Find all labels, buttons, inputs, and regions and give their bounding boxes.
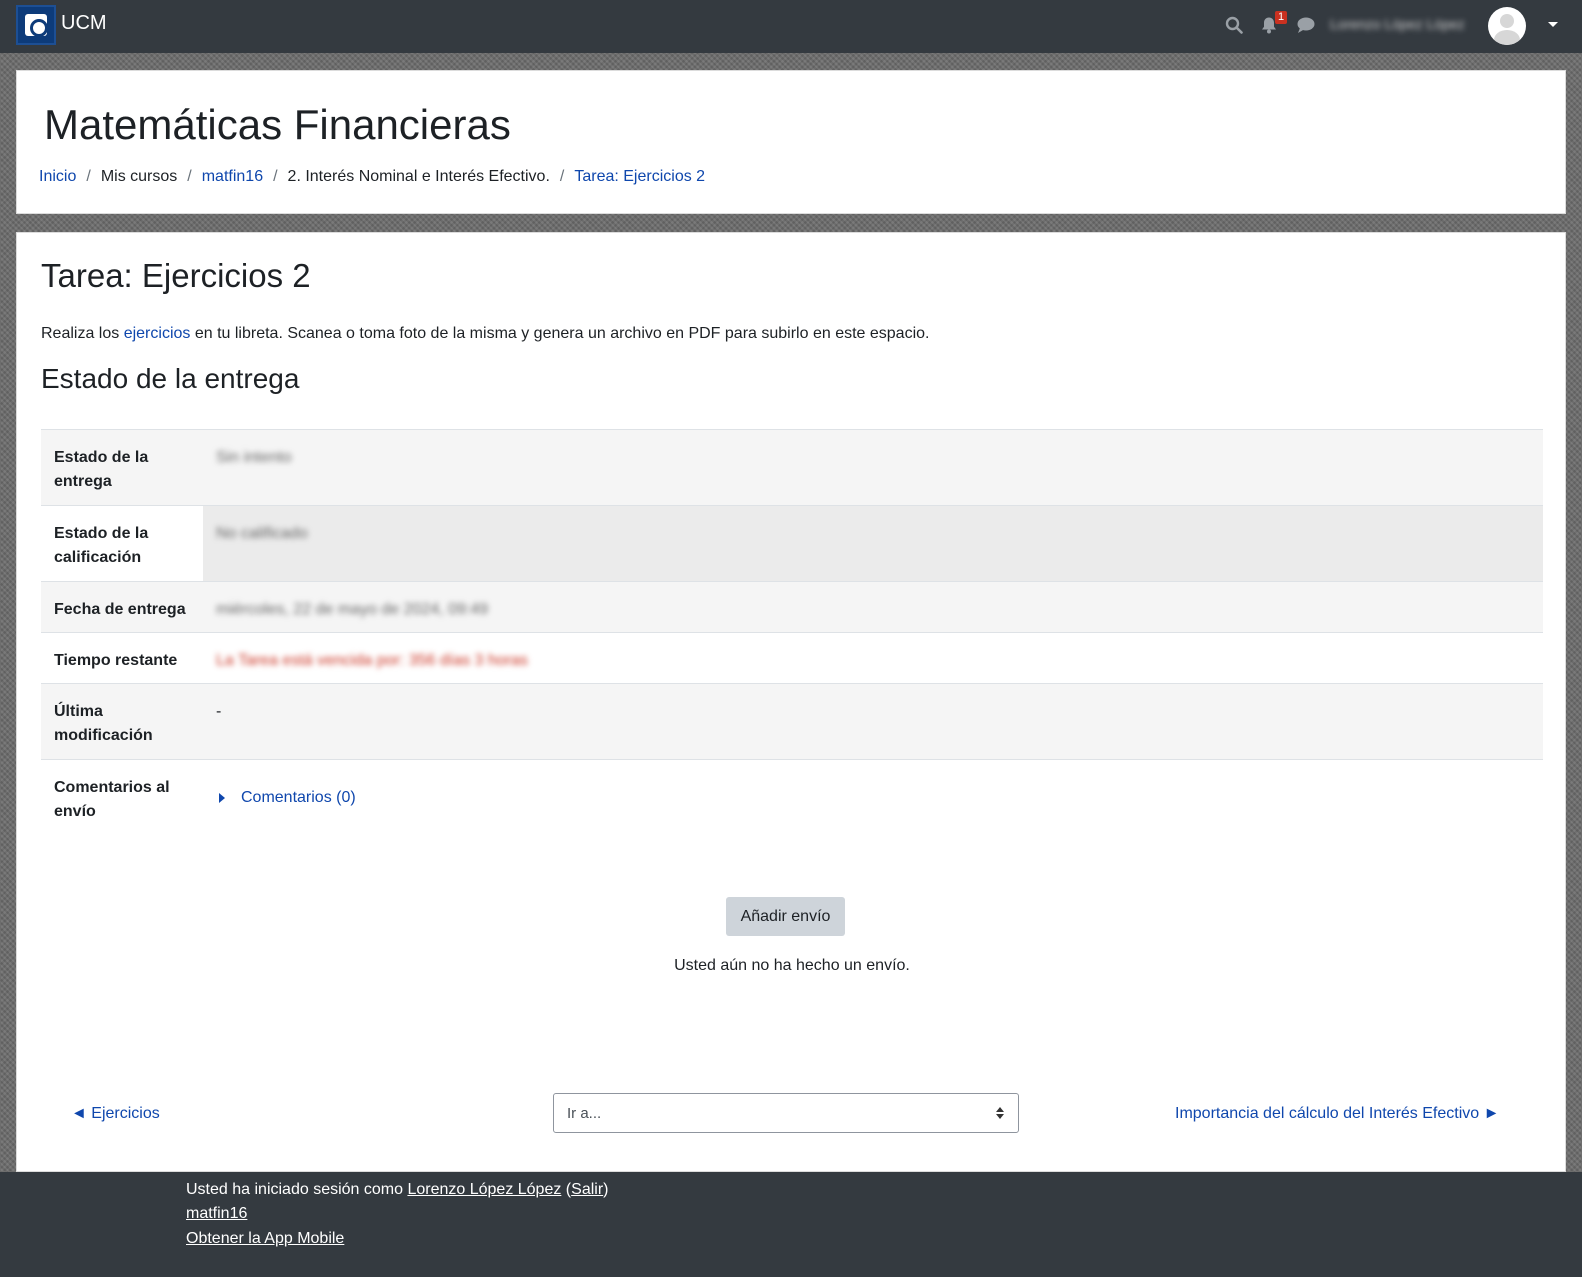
last-modified-value: - <box>216 703 222 720</box>
breadcrumb-separator: / <box>187 168 192 185</box>
breadcrumb-my-courses: Mis cursos <box>100 168 178 185</box>
grading-status-value: No calificado <box>203 505 1543 582</box>
top-navbar: UCM 1 Lorenzo López López <box>0 0 1582 53</box>
table-row: Última modificación - <box>41 683 1543 760</box>
comments-toggle-link[interactable]: Comentarios (0) <box>219 786 1531 810</box>
select-arrows-icon <box>996 1107 1004 1119</box>
main-content: Tarea: Ejercicios 2 Realiza los ejercici… <box>16 232 1566 1172</box>
row-label: Fecha de entrega <box>54 601 186 618</box>
breadcrumb-section: 2. Interés Nominal e Interés Efectivo. <box>287 168 550 185</box>
breadcrumb-separator: / <box>273 168 278 185</box>
task-description-text: en tu libreta. Scanea o toma foto de la … <box>190 325 930 342</box>
user-avatar[interactable] <box>1488 7 1526 45</box>
exercises-link[interactable]: ejercicios <box>124 325 191 342</box>
row-label: Estado de la entrega <box>54 449 149 490</box>
task-description-text: Realiza los <box>41 325 124 342</box>
footer-course-link[interactable]: matfin16 <box>186 1205 247 1222</box>
caret-right-icon <box>219 793 225 803</box>
notification-count-badge: 1 <box>1275 11 1288 24</box>
chevron-down-icon[interactable] <box>1548 22 1558 27</box>
footer-user-link[interactable]: Lorenzo López López <box>407 1181 561 1198</box>
breadcrumb: Inicio / Mis cursos / matfin16 / 2. Inte… <box>39 168 705 186</box>
table-row: Comentarios al envío Comentarios (0) <box>41 759 1543 836</box>
next-activity-link[interactable]: Importancia del cálculo del Interés Efec… <box>1175 1105 1499 1123</box>
user-menu-name[interactable]: Lorenzo López López <box>1330 16 1465 32</box>
table-row: Tiempo restante La Tarea está vencida po… <box>41 632 1543 684</box>
breadcrumb-current-task[interactable]: Tarea: Ejercicios 2 <box>574 168 705 186</box>
comments-label: Comentarios (0) <box>241 789 356 806</box>
comments-cell: Comentarios (0) <box>203 760 1543 836</box>
row-label: Estado de la calificación <box>54 525 149 566</box>
table-row: Estado de la entrega Sin intento <box>41 429 1543 506</box>
mobile-app-link[interactable]: Obtener la App Mobile <box>186 1230 344 1247</box>
page-footer: Usted ha iniciado sesión como Lorenzo Ló… <box>0 1172 1582 1277</box>
row-label: Última modificación <box>54 703 153 744</box>
due-date-value: miércoles, 22 de mayo de 2024, 09:49 <box>216 601 489 618</box>
task-description: Realiza los ejercicios en tu libreta. Sc… <box>41 325 929 343</box>
row-label: Tiempo restante <box>54 652 178 669</box>
submission-status-value: Sin intento <box>216 449 292 466</box>
previous-activity-link[interactable]: ◄ Ejercicios <box>71 1105 160 1123</box>
jump-to-select[interactable]: Ir a... <box>553 1093 1019 1133</box>
logged-in-prefix: Usted ha iniciado sesión como <box>186 1181 408 1198</box>
chat-bubble-icon[interactable] <box>1296 16 1316 34</box>
table-row: Fecha de entrega miércoles, 22 de mayo d… <box>41 581 1543 633</box>
time-remaining-value: La Tarea está vencida por: 356 días 3 ho… <box>216 652 528 669</box>
breadcrumb-home[interactable]: Inicio <box>39 168 76 186</box>
add-submission-button[interactable]: Añadir envío <box>726 897 845 936</box>
breadcrumb-separator: / <box>86 168 91 185</box>
grading-status-text: No calificado <box>216 525 308 542</box>
submission-status-heading: Estado de la entrega <box>41 363 300 394</box>
table-row: Estado de la calificación No calificado <box>41 505 1543 582</box>
row-label: Comentarios al envío <box>54 779 170 820</box>
logged-in-info: Usted ha iniciado sesión como Lorenzo Ló… <box>186 1181 609 1198</box>
breadcrumb-separator: / <box>559 168 565 185</box>
logout-link[interactable]: Salir <box>571 1181 603 1198</box>
site-name[interactable]: UCM <box>61 12 107 35</box>
task-title: Tarea: Ejercicios 2 <box>41 257 311 294</box>
ucm-logo-icon[interactable] <box>16 5 56 45</box>
submission-status-table: Estado de la entrega Sin intento Estado … <box>41 429 1543 836</box>
page-header: Matemáticas Financieras Inicio / Mis cur… <box>16 70 1566 214</box>
no-submission-message: Usted aún no ha hecho un envío. <box>674 957 910 974</box>
breadcrumb-course[interactable]: matfin16 <box>202 168 263 186</box>
jump-to-placeholder: Ir a... <box>567 1105 602 1122</box>
search-icon[interactable] <box>1225 16 1243 34</box>
course-title: Matemáticas Financieras <box>44 101 511 148</box>
